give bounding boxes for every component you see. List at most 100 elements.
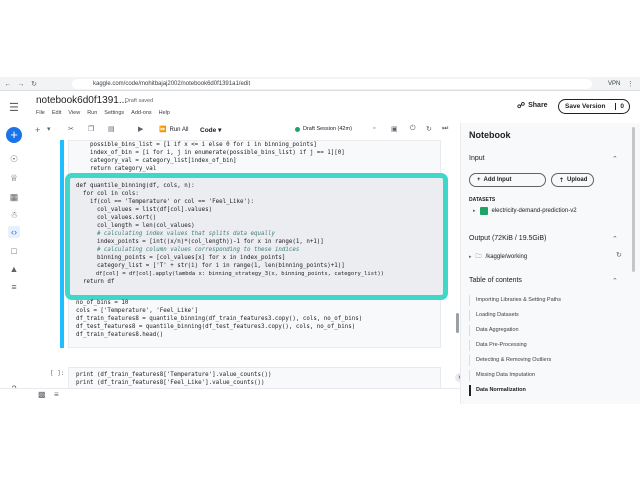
toc-guide: [469, 325, 470, 336]
browser-menu-icon[interactable]: ⋮: [627, 79, 634, 89]
menu-settings[interactable]: Settings: [104, 110, 124, 116]
code-line[interactable]: cols = ['Temperature', 'Feel_Like']: [76, 308, 198, 316]
notebook-title[interactable]: notebook6d0f1391...: [36, 95, 127, 106]
code-line[interactable]: df[col] = df[col].apply(lambda x: binnin…: [76, 271, 384, 279]
menu-help[interactable]: Help: [159, 110, 170, 116]
toc-item[interactable]: Missing Data Imputation: [476, 372, 535, 378]
forward-icon[interactable]: →: [16, 79, 26, 89]
toc-section-title[interactable]: Table of contents: [469, 277, 522, 284]
upload-button[interactable]: ⇡ Upload: [551, 173, 594, 187]
power-icon[interactable]: ⏻: [410, 125, 416, 133]
code-line[interactable]: if(col == 'Temperature' or col == 'Feel_…: [76, 199, 254, 207]
chevron-up-icon[interactable]: ⌃: [612, 155, 618, 163]
trophy-icon[interactable]: ♕: [8, 172, 20, 184]
chart-icon[interactable]: ▫: [373, 125, 375, 132]
output-section-title[interactable]: Output (72KiB / 19.5GiB): [469, 235, 546, 242]
reload-icon[interactable]: ↻: [29, 79, 39, 89]
upload-icon: ⇡: [559, 177, 565, 184]
code-line[interactable]: category_list = ['T' + str(i) for i in r…: [76, 263, 345, 271]
console-icon[interactable]: ▩: [38, 390, 46, 399]
comment-icon[interactable]: □: [8, 245, 20, 257]
back-icon[interactable]: ←: [3, 79, 13, 89]
refresh-icon[interactable]: ↻: [426, 125, 432, 133]
toc-item[interactable]: Detecting & Removing Outliers: [476, 357, 551, 363]
chevron-up-icon[interactable]: ⌃: [612, 235, 618, 243]
model-icon[interactable]: ☃: [8, 209, 20, 221]
dataset-item[interactable]: ▸ electricity-demand-prediction-v2: [473, 207, 577, 215]
upload-label: Upload: [567, 177, 588, 183]
active-cell-indicator: [60, 140, 64, 348]
menu-run[interactable]: Run: [87, 110, 97, 116]
menu-add-ons[interactable]: Add-ons: [131, 110, 152, 116]
editor-scrollbar[interactable]: [456, 313, 459, 333]
code-comment[interactable]: # calculating index values that splits d…: [76, 231, 275, 239]
fast-forward-icon: ⏩: [159, 127, 167, 133]
code-line[interactable]: df_train_features8 = quantile_binning(df…: [76, 316, 362, 324]
toc-item[interactable]: Data Pre-Processing: [476, 342, 527, 348]
session-status[interactable]: Draft Session (42m): [295, 126, 352, 132]
scissors-icon[interactable]: ✂: [68, 125, 74, 133]
chevron-up-icon[interactable]: ⌃: [612, 277, 618, 285]
code-line[interactable]: index_points = [int((x/n)*(col_length))-…: [76, 239, 324, 247]
share-label: Share: [528, 102, 548, 109]
code-line[interactable]: for col in cols:: [76, 191, 139, 199]
code-line[interactable]: no_of_bins = 10: [76, 300, 128, 308]
output-folder-item[interactable]: ▸ 🗀 /kaggle/working: [469, 252, 527, 262]
menu-file[interactable]: File: [36, 110, 45, 116]
toc-item[interactable]: Loading Datasets: [476, 312, 519, 318]
save-icon[interactable]: ▣: [391, 125, 398, 133]
code-icon[interactable]: ‹›: [8, 226, 20, 238]
list-icon[interactable]: ≡: [8, 281, 20, 293]
code-line[interactable]: return df: [76, 279, 114, 287]
add-input-label: Add Input: [483, 177, 512, 183]
copy-icon[interactable]: ❐: [88, 125, 94, 133]
code-line[interactable]: category_val = category_list[index_of_bi…: [76, 158, 237, 166]
vpn-badge[interactable]: VPN: [608, 79, 620, 89]
cell-type-select[interactable]: Code ▾: [200, 126, 221, 134]
code-line[interactable]: col_values = list(df[col].values): [76, 207, 212, 215]
compass-icon[interactable]: ☉: [8, 153, 20, 165]
cell-execution-prompt: [ ]:: [50, 370, 65, 377]
share-icon: ☍: [517, 101, 526, 110]
add-cell-icon[interactable]: +: [35, 125, 40, 135]
code-line[interactable]: print (df_train_features8['Feel_Like'].v…: [76, 380, 264, 388]
menu-icon[interactable]: ☰: [9, 101, 19, 114]
code-line[interactable]: index_of_bin = [i for i, j in enumerate(…: [76, 150, 345, 158]
code-comment[interactable]: # calculating column values correspondin…: [76, 247, 299, 255]
run-all-button[interactable]: ⏩ Run All: [159, 126, 189, 134]
save-status: Draft saved: [125, 98, 154, 104]
code-line[interactable]: col_values.sort(): [76, 215, 156, 223]
panel-scrollbar[interactable]: [632, 127, 635, 272]
plus-icon[interactable]: +: [6, 127, 22, 143]
code-line[interactable]: df_train_features8.head(): [76, 332, 163, 340]
terminal-icon[interactable]: ≡: [54, 390, 59, 399]
code-line[interactable]: binning_points = [col_values[x] for x in…: [76, 255, 285, 263]
skip-icon[interactable]: ⏭: [442, 125, 448, 133]
code-line[interactable]: print (df_train_features8['Temperature']…: [76, 372, 271, 380]
input-section-title[interactable]: Input: [469, 155, 485, 162]
save-version-count: 0: [615, 103, 624, 110]
menu-view[interactable]: View: [68, 110, 80, 116]
session-indicator-icon: [295, 126, 300, 132]
code-line[interactable]: def quantile_binning(df, cols, n):: [76, 183, 195, 191]
menu-edit[interactable]: Edit: [52, 110, 61, 116]
toc-guide: [469, 295, 470, 306]
refresh-icon[interactable]: ↻: [616, 251, 622, 259]
save-version-button[interactable]: Save Version 0: [558, 99, 630, 114]
code-line[interactable]: possible_bins_list = [1 if x <= i else 0…: [76, 142, 317, 150]
share-button[interactable]: ☍ Share: [517, 101, 548, 110]
play-icon[interactable]: ▶: [138, 125, 143, 133]
dataset-icon: [479, 207, 488, 215]
toc-item[interactable]: Data Aggregation: [476, 327, 519, 333]
code-line[interactable]: df_test_features8 = quantile_binning(df_…: [76, 324, 355, 332]
add-input-button[interactable]: + Add Input: [469, 173, 546, 187]
add-cell-dropdown-icon[interactable]: ▾: [47, 125, 51, 133]
paste-icon[interactable]: ▤: [108, 125, 115, 133]
code-line[interactable]: col_length = len(col_values): [76, 223, 195, 231]
toc-item-active[interactable]: Data Normalization: [476, 387, 526, 393]
letterbox-top: [0, 0, 640, 77]
toc-item[interactable]: Importing Libraries & Setting Paths: [476, 297, 561, 303]
url-text[interactable]: kaggle.com/code/mohitbajaj2002/notebook6…: [93, 79, 250, 89]
school-icon[interactable]: ▲: [8, 263, 20, 275]
table-icon[interactable]: ▦: [8, 191, 20, 203]
